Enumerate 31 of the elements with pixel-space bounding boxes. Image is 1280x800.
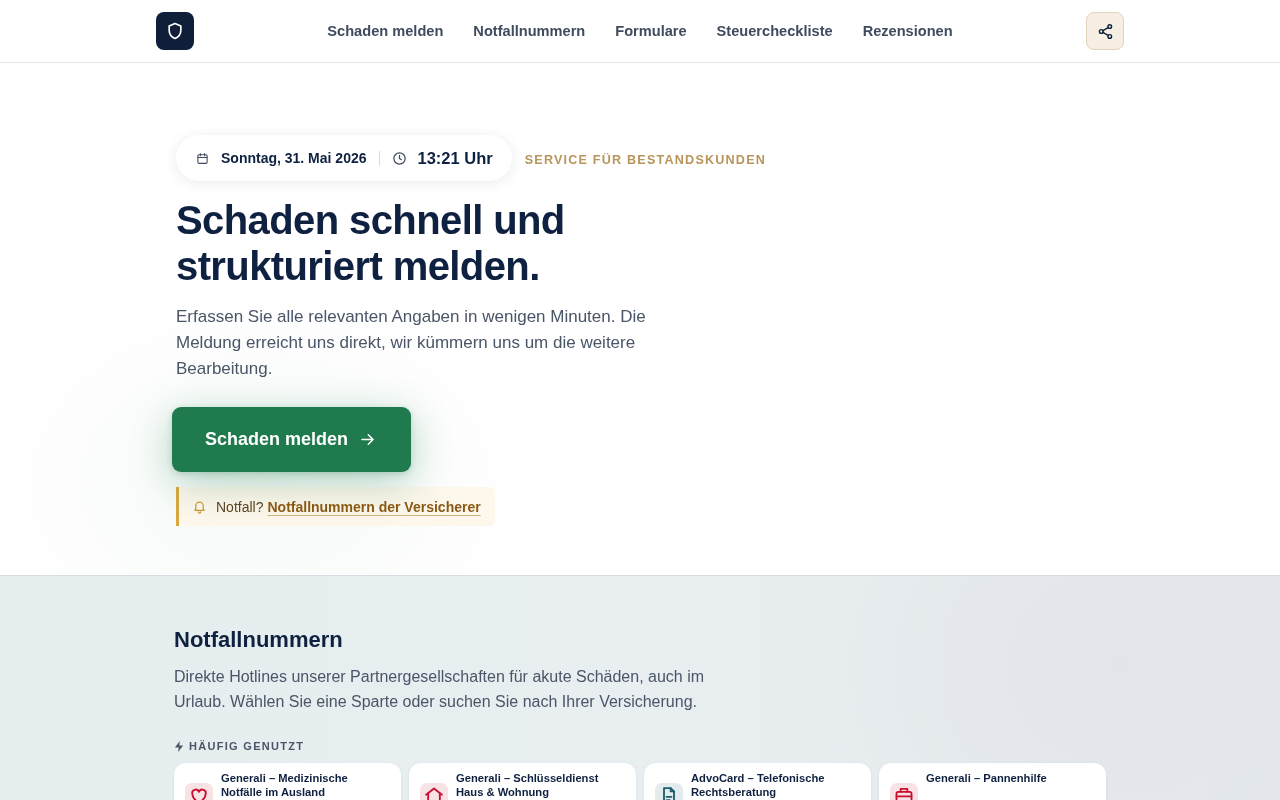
hotline-title: Generali – Pannenhilfe (926, 772, 1047, 786)
shield-logo-icon[interactable] (156, 12, 194, 50)
report-damage-button[interactable]: Schaden melden (172, 407, 412, 472)
notice-label: Notfall? (216, 498, 264, 515)
hotline-title: Generali – Schlüsseldienst Haus & Wohnung (456, 772, 600, 799)
nav-link[interactable]: Schaden melden (327, 23, 444, 39)
hotline-card[interactable]: Generali – Schlüsseldienst Haus & Wohnung (409, 763, 636, 800)
hotline-card[interactable]: Generali – Medizinische Notfälle im Ausland (174, 763, 401, 800)
nav-link[interactable]: Formulare (615, 23, 687, 39)
share-button[interactable] (1086, 12, 1124, 50)
hotline-title: Generali – Medizinische Notfälle im Ausland (221, 772, 349, 799)
frequent-label: HÄUFIG GENUTZT (189, 740, 305, 752)
nav-link[interactable]: Steuercheckliste (716, 23, 833, 39)
clock-icon (391, 150, 407, 166)
service-label: SERVICE FÜR BESTANDSKUNDEN (524, 153, 767, 167)
date-text: Sonntag, 31. Mai 2026 (221, 150, 367, 166)
section-description: Direkte Hotlines unserer Partnergesellschaften für akute Schäden, auch im Urlaub. Wählen Sie eine Sparte oder suchen Sie nach Ihrer Versicherung. (174, 667, 706, 712)
lightning-icon (174, 740, 184, 752)
time-text: 13:21 Uhr (417, 148, 493, 168)
nav-link[interactable]: Rezensionen (862, 23, 953, 39)
emergency-numbers-link[interactable]: Notfallnummern der Versicherer (267, 498, 481, 515)
hotline-title: AdvoCard – Telefonische Rechtsberatung (691, 772, 826, 799)
bell-icon (192, 499, 207, 514)
nav-link[interactable]: Notfallnummern (473, 23, 586, 39)
calendar-icon (196, 151, 209, 165)
section-heading: Notfallnummern (174, 626, 344, 654)
share-icon (1096, 22, 1114, 40)
hero-description: Erfassen Sie alle relevanten Angaben in wenigen Minuten. Die Meldung erreicht uns direkt, wir kümmern uns um die weitere Bearbeitung. (176, 306, 647, 380)
hotline-card[interactable]: AdvoCard – Telefonische Rechtsberatung (644, 763, 871, 800)
hotline-card[interactable]: Generali – Pannenhilfe (879, 763, 1106, 800)
hero-heading: Schaden schnell und strukturiert melden. (176, 197, 566, 289)
